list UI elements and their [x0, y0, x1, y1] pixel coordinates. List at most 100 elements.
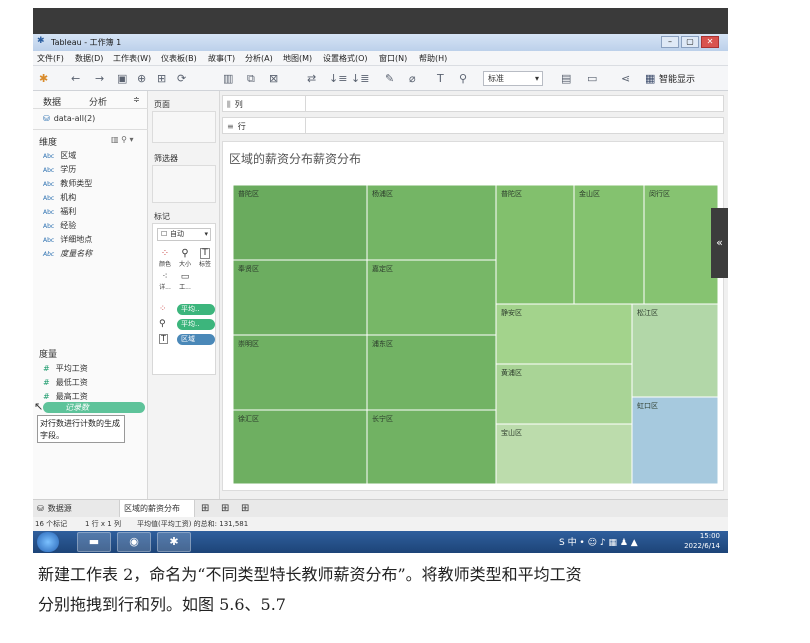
minimize-button[interactable]: –	[661, 36, 679, 48]
swap-icon[interactable]: ⇄	[307, 72, 316, 85]
field-measure[interactable]: # 平均工资	[43, 363, 88, 374]
dimensions-header: 维度	[39, 138, 58, 148]
close-button[interactable]: ✕	[701, 36, 719, 48]
menu-story[interactable]: 故事(T)	[208, 53, 235, 64]
treemap-chart: 普陀区 杨浦区奉贤区 嘉定区崇明区 浦东区徐汇区 长宁区 普陀区 金山区 闵行区静安区 松江区黄…	[232, 184, 719, 485]
treemap-cell-label: 普陀区	[238, 189, 259, 198]
tab-analysis[interactable]: 分析	[89, 95, 107, 108]
view-toggle-icon[interactable]: ▥ ⚲ ▾	[111, 135, 134, 144]
treemap-cell[interactable]	[495, 184, 575, 305]
maximize-button[interactable]: ▢	[681, 36, 699, 48]
tooltip-button[interactable]: ▭ 工...	[177, 272, 193, 291]
field-dimension[interactable]: Abc 区域	[43, 150, 76, 161]
menu-analysis[interactable]: 分析(A)	[245, 53, 273, 64]
menu-help[interactable]: 帮助(H)	[419, 53, 447, 64]
filters-shelf[interactable]	[152, 165, 216, 203]
treemap-cell[interactable]	[643, 184, 719, 305]
treemap-cell[interactable]	[573, 184, 645, 305]
label-button[interactable]: T 标签	[197, 248, 213, 268]
forward-icon[interactable]: →	[95, 72, 104, 85]
show-me-button[interactable]: 智能显示	[659, 72, 695, 85]
mark-type-select[interactable]: ☐ 自动 ▾	[157, 228, 211, 241]
color-pill[interactable]: 平均..	[177, 304, 215, 315]
label-icon[interactable]: T	[437, 72, 444, 85]
explorer-taskbar-icon[interactable]: ▬	[77, 532, 111, 552]
sort-asc-icon[interactable]: ↓≡	[329, 72, 347, 85]
tab-datasource[interactable]: ⛁ 数据源	[37, 503, 72, 514]
tray-icons[interactable]: S 中 • ☺ ♪ ▦ ♟ ▲	[559, 535, 638, 548]
presentation-icon[interactable]: ▭	[587, 72, 597, 85]
treemap-cell-label: 黄浦区	[501, 368, 522, 377]
field-dimension[interactable]: Abc 教师类型	[43, 178, 92, 189]
pause-icon[interactable]: ⊞	[157, 72, 166, 85]
fix-axes-icon[interactable]: ⚲	[459, 72, 467, 85]
clear-sheet-icon[interactable]: ⊠	[269, 72, 278, 85]
menu-data[interactable]: 数据(D)	[75, 53, 103, 64]
tab-active-sheet[interactable]: 区域的薪资分布	[119, 500, 195, 517]
detail-button[interactable]: ⁖ 详...	[157, 272, 173, 291]
cards-pane: 页面 筛选器 标记 ☐ 自动 ▾ ⁘ 颜色 ⚲ 大小 T 标签 ⁖ 详... ▭ 工...…	[148, 91, 220, 499]
abc-icon: Abc	[43, 181, 55, 188]
pane-menu-icon[interactable]: ≑	[133, 95, 140, 104]
tab-data[interactable]: 数据	[43, 95, 61, 108]
treemap-cell[interactable]	[631, 396, 719, 485]
records-field[interactable]: 记录数	[43, 402, 145, 413]
divider	[33, 108, 148, 109]
label-pill[interactable]: 区域	[177, 334, 215, 345]
size-pill[interactable]: 平均..	[177, 319, 215, 330]
new-dashboard-icon[interactable]: ⊞	[221, 503, 229, 514]
datasource-item[interactable]: ⛁ data-all(2)	[43, 114, 95, 123]
back-icon[interactable]: ←	[71, 72, 80, 85]
collapse-pane-icon[interactable]: «	[711, 208, 728, 278]
color-button[interactable]: ⁘ 颜色	[157, 248, 173, 268]
columns-shelf[interactable]: ⫼ 列	[222, 95, 724, 112]
treemap-cell[interactable]	[631, 303, 719, 398]
new-datasource-icon[interactable]: ⊕	[137, 72, 146, 85]
fit-select[interactable]: 标准 ▾	[483, 71, 543, 86]
size-icon: ⚲	[159, 319, 166, 329]
duplicate-icon[interactable]: ⧉	[247, 72, 255, 86]
treemap-cell-label: 崇明区	[238, 340, 259, 348]
share-icon[interactable]: ⋖	[621, 72, 630, 85]
new-worksheet-icon[interactable]: ⊞	[201, 503, 209, 514]
size-button[interactable]: ⚲ 大小	[177, 248, 193, 268]
save-icon[interactable]: ▣	[117, 72, 127, 85]
menu-window[interactable]: 窗口(N)	[379, 53, 407, 64]
window-title-bar: ✱ Tableau - 工作簿 1 – ▢ ✕	[33, 34, 728, 51]
menu-dashboard[interactable]: 仪表板(B)	[161, 53, 197, 64]
chrome-taskbar-icon[interactable]: ◉	[117, 532, 151, 552]
sheet-tab-bar: ⛁ 数据源 区域的薪资分布 ⊞ ⊞ ⊞	[33, 499, 728, 517]
menu-file[interactable]: 文件(F)	[37, 53, 64, 64]
field-dimension[interactable]: Abc 学历	[43, 164, 76, 175]
field-dimension[interactable]: Abc 详细地点	[43, 234, 92, 245]
rows-icon: ≡	[227, 122, 234, 131]
pages-shelf[interactable]	[152, 111, 216, 143]
top-dark-bar	[33, 8, 728, 34]
refresh-icon[interactable]: ⟳	[177, 72, 186, 85]
abc-icon: Abc	[43, 167, 55, 174]
cursor-icon: ↖	[34, 400, 44, 413]
field-dimension[interactable]: Abc 机构	[43, 192, 76, 203]
group-icon[interactable]: ⌀	[409, 72, 416, 85]
highlight-icon[interactable]: ✎	[385, 72, 394, 85]
tableau-home-icon[interactable]: ✱	[39, 72, 48, 85]
sort-desc-icon[interactable]: ↓≣	[351, 72, 369, 85]
menu-format[interactable]: 设置格式(O)	[323, 53, 368, 64]
menu-worksheet[interactable]: 工作表(W)	[113, 53, 151, 64]
treemap-cell-label: 徐汇区	[238, 414, 259, 423]
field-measure[interactable]: # 最高工资	[43, 391, 88, 402]
field-dimension[interactable]: Abc 度量名称	[43, 248, 92, 259]
hash-icon: #	[43, 378, 50, 387]
field-dimension[interactable]: Abc 经验	[43, 220, 76, 231]
field-measure[interactable]: # 最低工资	[43, 377, 88, 388]
menu-map[interactable]: 地图(M)	[283, 53, 312, 64]
new-story-icon[interactable]: ⊞	[241, 503, 249, 514]
clock[interactable]: 15:00 2022/6/14	[684, 531, 720, 551]
start-button[interactable]	[37, 532, 59, 552]
show-cards-icon[interactable]: ▤	[561, 72, 571, 85]
tableau-taskbar-icon[interactable]: ✱	[157, 532, 191, 552]
new-sheet-icon[interactable]: ▥	[223, 72, 233, 85]
show-me-icon[interactable]: ▦	[645, 72, 655, 85]
field-dimension[interactable]: Abc 福利	[43, 206, 76, 217]
rows-shelf[interactable]: ≡ 行	[222, 117, 724, 134]
